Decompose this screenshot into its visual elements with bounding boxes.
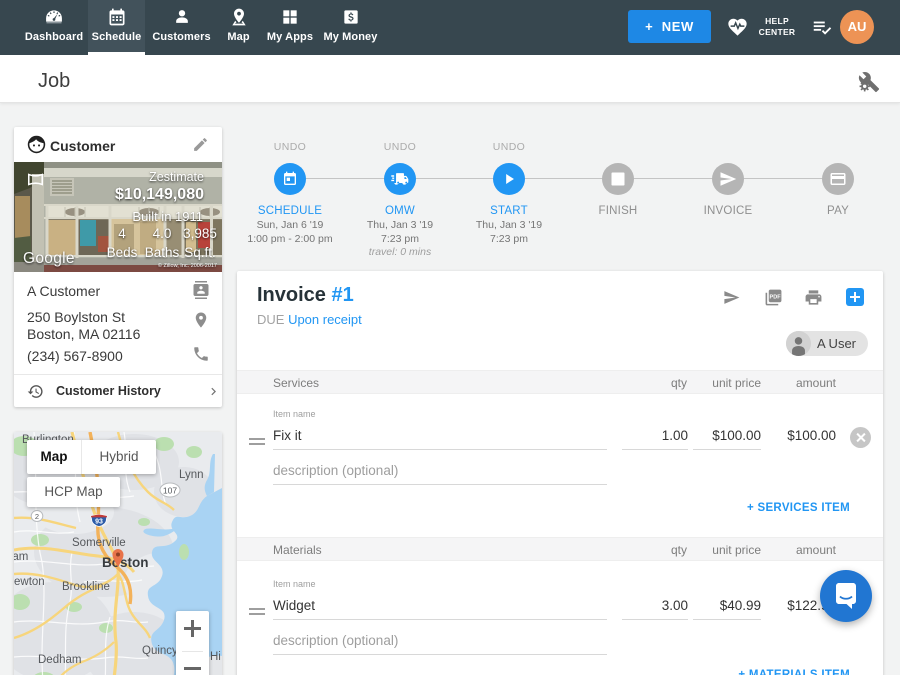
svg-text:PDF: PDF (770, 294, 782, 300)
svg-text:Hi: Hi (210, 651, 221, 663)
svg-text:Brookline: Brookline (62, 581, 110, 593)
svg-text:107: 107 (163, 486, 177, 496)
svg-text:ewton: ewton (14, 576, 45, 588)
svg-text:93: 93 (95, 519, 103, 526)
svg-text:Lynn: Lynn (179, 469, 204, 481)
svg-text:Somerville: Somerville (72, 537, 126, 549)
svg-text:Quincy: Quincy (142, 645, 178, 657)
svg-text:ham: ham (14, 551, 28, 563)
svg-text:Boston: Boston (102, 555, 149, 570)
svg-text:2: 2 (35, 512, 39, 521)
svg-text:Dedham: Dedham (38, 654, 81, 666)
